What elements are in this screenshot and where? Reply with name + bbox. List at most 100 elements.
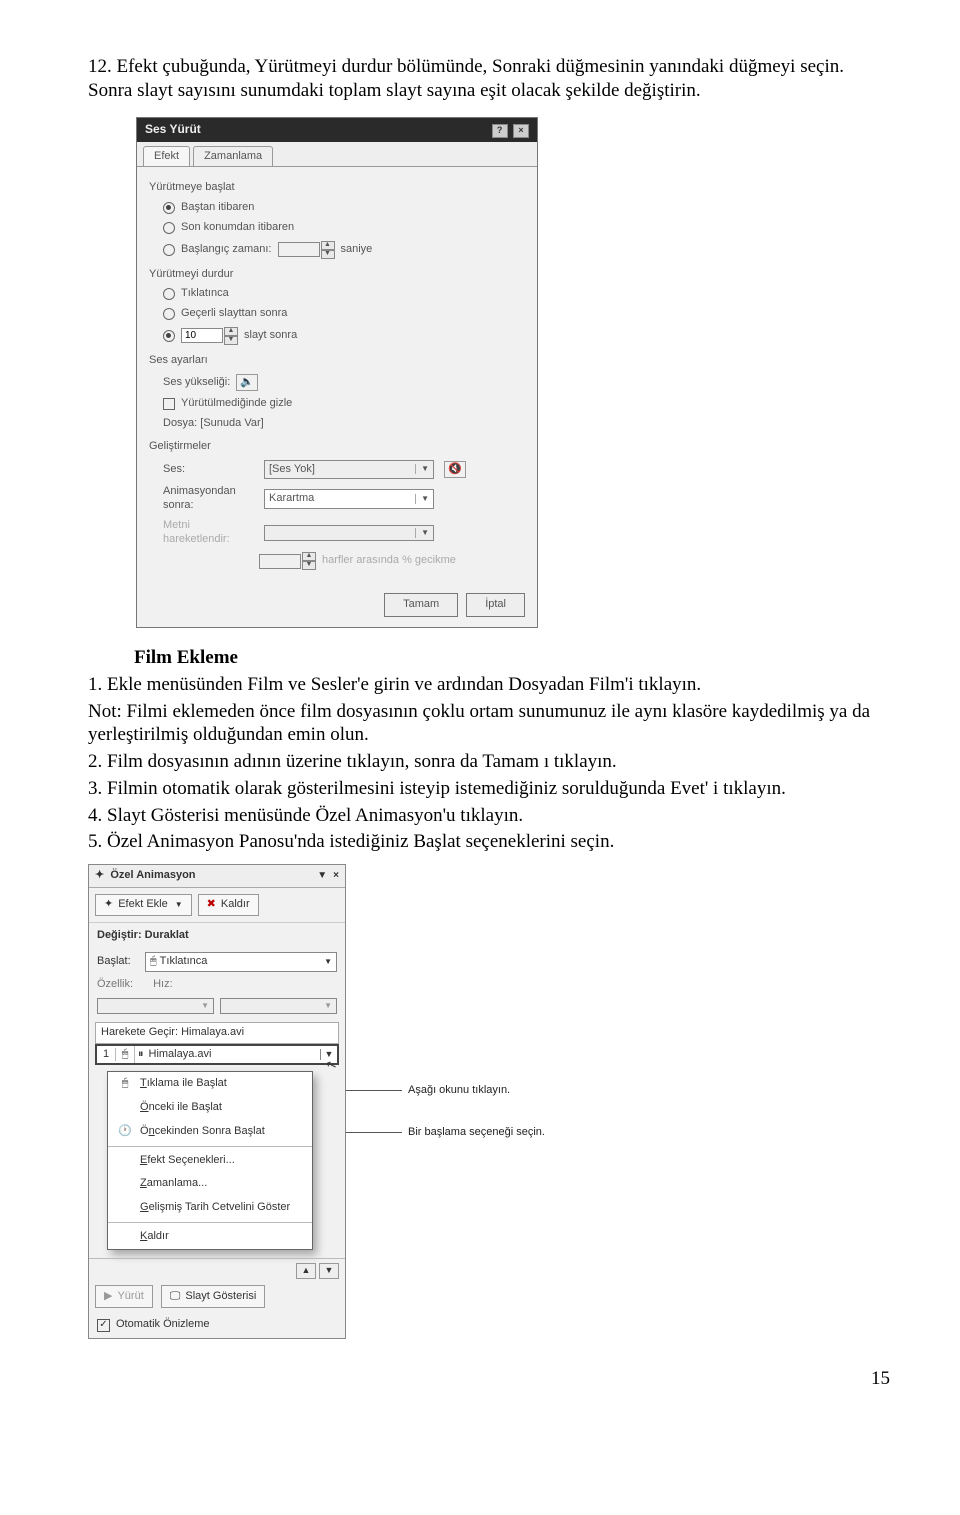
sesyurut-dialog: Ses Yürüt ? × Efekt Zamanlama Yürütmeye …: [136, 117, 538, 629]
ctx-kaldir[interactable]: Kaldır: [108, 1225, 312, 1249]
group-gelistirmeler: Geliştirmeler: [149, 434, 525, 457]
efekt-ekle-button[interactable]: ✦Efekt Ekle▼: [95, 894, 192, 916]
ctx-oncekinden-sonra[interactable]: 🕐Öncekinden Sonra Başlat: [108, 1120, 312, 1144]
harfler-label: harfler arasında % gecikme: [322, 554, 456, 568]
animation-item[interactable]: 1 🖱 ⏸ Himalaya.avi ▼↖: [95, 1044, 339, 1066]
otomatik-onizleme-label: Otomatik Önizleme: [116, 1318, 210, 1332]
note-text: Not: Filmi eklemeden önce film dosyasını…: [88, 700, 890, 748]
list-item: 1. Ekle menüsünden Film ve Sesler'e giri…: [88, 673, 890, 697]
mouse-icon: 🖱: [118, 1077, 132, 1091]
radio-baslangic[interactable]: [163, 244, 175, 256]
clock-icon: 🕐: [118, 1125, 132, 1139]
baslat-select[interactable]: 🖱 Tıklatınca ▼: [145, 952, 337, 972]
cursor-icon: ↖: [324, 1055, 340, 1074]
star-icon: ✦: [104, 898, 113, 912]
group-yurutmeyi-durdur: Yürütmeyi durdur: [149, 262, 525, 285]
degistir-label: Değiştir: Duraklat: [97, 929, 189, 941]
callout-text: Aşağı okunu tıklayın.: [408, 1084, 510, 1098]
dosya-label: Dosya: [Sunuda Var]: [163, 417, 264, 431]
film-ekleme-heading: Film Ekleme: [134, 646, 890, 670]
remove-icon: ✖: [207, 898, 216, 912]
close-icon[interactable]: ×: [513, 124, 529, 138]
callout-line: [346, 1132, 402, 1133]
radio-tiklatinca[interactable]: [163, 288, 175, 300]
ctx-onceki-ile-baslat[interactable]: Önceki ile Başlat: [108, 1096, 312, 1120]
item-text: Himalaya.avi: [149, 1048, 212, 1062]
panel-title: Özel Animasyon: [110, 869, 195, 881]
ses-yukseligi-label: Ses yükseliği:: [163, 376, 230, 390]
close-icon[interactable]: ×: [333, 870, 339, 883]
radio-sonkonum[interactable]: [163, 222, 175, 234]
list-item: 3. Filmin otomatik olarak gösterilmesini…: [88, 777, 890, 801]
otomatik-onizleme-checkbox[interactable]: ✓: [97, 1319, 110, 1332]
group-yurutmeye-baslat: Yürütmeye başlat: [149, 175, 525, 198]
tab-efekt[interactable]: Efekt: [143, 146, 190, 167]
help-icon[interactable]: ?: [492, 124, 508, 138]
panel-titlebar: ✦ Özel Animasyon ▼ ×: [89, 865, 345, 888]
list-item: 2. Film dosyasının adının üzerine tıklay…: [88, 750, 890, 774]
item-number: 1: [97, 1048, 116, 1062]
mouse-icon: 🖱: [116, 1048, 134, 1062]
radio-baslangic-label: Başlangıç zamanı:: [181, 243, 272, 257]
callout-line: [346, 1090, 402, 1091]
tamam-button[interactable]: Tamam: [384, 593, 458, 617]
chevron-down-icon[interactable]: ▼: [317, 870, 327, 883]
list-item: 4. Slayt Gösterisi menüsünde Özel Animas…: [88, 804, 890, 828]
move-down-button[interactable]: ▼: [319, 1263, 339, 1279]
radio-slaytsonra[interactable]: [163, 330, 175, 342]
anim-label: Animasyondan sonra:: [163, 485, 258, 513]
page-number: 15: [88, 1367, 890, 1391]
slayt-gosterisi-button[interactable]: 🖵Slayt Gösterisi: [161, 1285, 266, 1309]
mouse-icon: 🖱: [150, 955, 157, 967]
ses-select[interactable]: [Ses Yok]▼: [264, 460, 434, 480]
hiz-select: ▼: [220, 998, 337, 1014]
ctx-zamanlama[interactable]: Zamanlama...: [108, 1172, 312, 1196]
radio-gecerli-label: Geçerli slayttan sonra: [181, 307, 287, 321]
check-yurutulmediginde-label: Yürütülmediğinde gizle: [181, 397, 292, 411]
radio-tiklatinca-label: Tıklatınca: [181, 287, 229, 301]
pause-icon: ⏸: [138, 1048, 144, 1062]
ctx-efekt-secenekleri[interactable]: Efekt Seçenekleri...: [108, 1149, 312, 1173]
yurut-button[interactable]: ▶Yürüt: [95, 1285, 153, 1309]
radio-gecerli[interactable]: [163, 308, 175, 320]
context-menu: 🖱TTıklama ile Başlatıklama ile Başlat Ön…: [107, 1071, 313, 1249]
dialog-titlebar: Ses Yürüt ? ×: [137, 118, 537, 142]
metin-select: ▼: [264, 525, 434, 541]
ctx-tiklama-ile-baslat[interactable]: 🖱TTıklama ile Başlatıklama ile Başlat: [108, 1072, 312, 1096]
screen-icon: 🖵: [170, 1290, 181, 1304]
group-ses-ayarlari: Ses ayarları: [149, 348, 525, 371]
ozellik-label: Özellik:: [97, 978, 133, 992]
star-icon: ✦: [95, 869, 104, 881]
body-text: 12. Efekt çubuğunda, Yürütmeyi durdur bö…: [88, 55, 890, 103]
radio-bastan-label: Baştan itibaren: [181, 201, 254, 215]
radio-bastan[interactable]: [163, 202, 175, 214]
window-buttons: ? ×: [490, 122, 529, 138]
callout-text: Bir başlama seçeneği seçin.: [408, 1126, 545, 1140]
saniye-label: saniye: [341, 243, 373, 257]
ses-label: Ses:: [163, 463, 258, 477]
baslangic-spinner[interactable]: ▲▼: [278, 241, 335, 259]
tab-zamanlama[interactable]: Zamanlama: [193, 146, 273, 167]
harekete-gecir-label: Harekete Geçir: Himalaya.avi: [95, 1022, 339, 1044]
ozel-animasyon-panel: ✦ Özel Animasyon ▼× ✦Efekt Ekle▼ ✖Kaldır…: [88, 864, 346, 1339]
list-item: 5. Özel Animasyon Panosu'nda istediğiniz…: [88, 830, 890, 854]
ozellik-select: ▼: [97, 998, 214, 1014]
speaker-icon[interactable]: 🔇: [444, 461, 466, 479]
slaytsonra-label: slayt sonra: [244, 329, 297, 343]
anim-select[interactable]: Karartma▼: [264, 489, 434, 509]
play-icon: ▶: [104, 1290, 112, 1304]
ctx-gelismis-cetvel[interactable]: Gelişmiş Tarih Cetvelini Göster: [108, 1196, 312, 1220]
dialog-title: Ses Yürüt: [145, 122, 201, 137]
baslat-label: Başlat:: [97, 955, 139, 969]
harfler-spinner: ▲▼: [259, 552, 316, 570]
kaldir-button[interactable]: ✖Kaldır: [198, 894, 259, 916]
volume-icon[interactable]: 🔈: [236, 374, 258, 392]
hiz-label: Hız:: [153, 978, 173, 992]
iptal-button[interactable]: İptal: [466, 593, 525, 617]
metin-label: Metni hareketlendir:: [163, 519, 258, 547]
radio-sonkonum-label: Son konumdan itibaren: [181, 221, 294, 235]
slaytsonra-spinner[interactable]: ▲▼: [181, 327, 238, 345]
move-up-button[interactable]: ▲: [296, 1263, 316, 1279]
item-dropdown-arrow[interactable]: ▼↖: [320, 1049, 337, 1060]
check-yurutulmediginde[interactable]: [163, 398, 175, 410]
